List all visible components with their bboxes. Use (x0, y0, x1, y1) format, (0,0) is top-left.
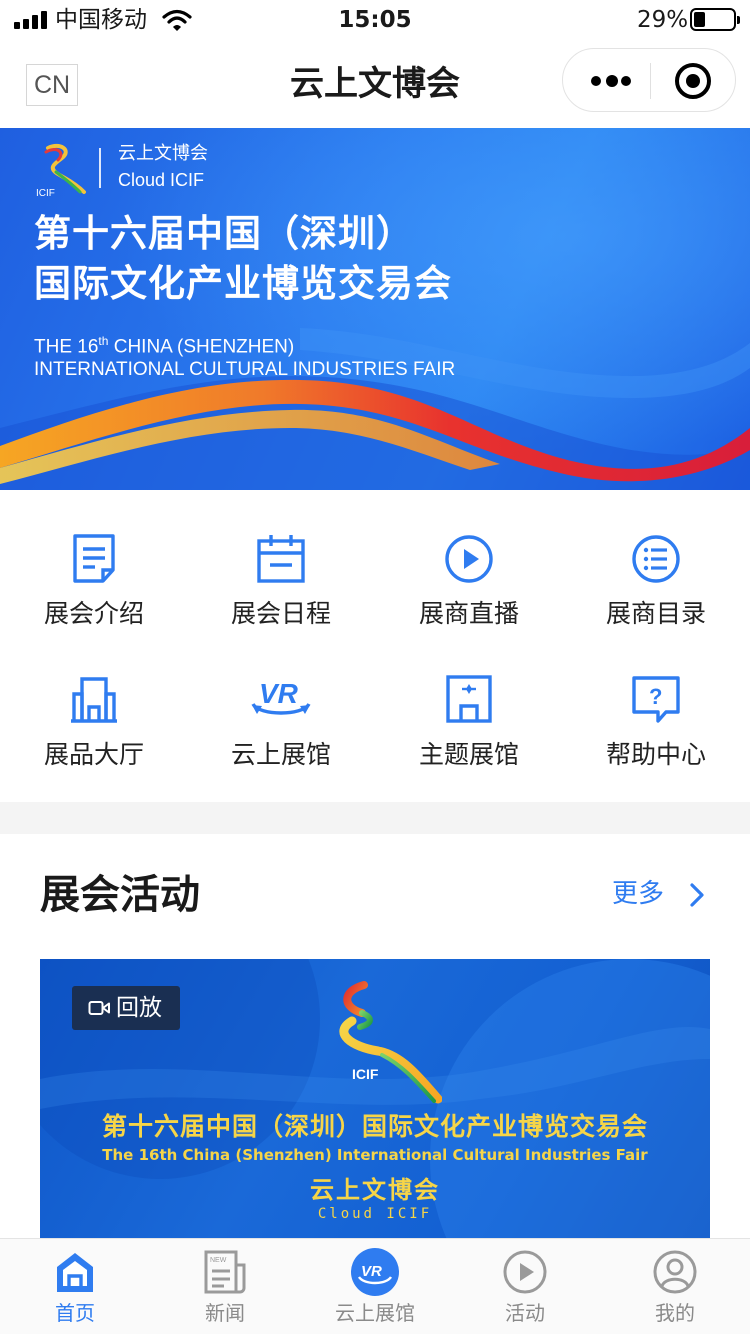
theme-hall-icon (446, 675, 492, 723)
replay-badge: 回放 (72, 986, 180, 1030)
banner-subtitle-line1: THE 16th CHINA (SHENZHEN) (34, 334, 295, 358)
play-icon (445, 535, 493, 583)
document-icon (73, 534, 115, 583)
tab-label: 首页 (55, 1301, 95, 1325)
tab-news[interactable]: NEW 新闻 (150, 1239, 300, 1334)
calendar-icon (257, 535, 305, 583)
grid-item-theme-pavilion[interactable]: 主题展馆 (375, 674, 563, 804)
grid-item-label: 展商直播 (418, 599, 519, 628)
profile-icon (653, 1250, 697, 1294)
function-grid: 展会介绍 展会日程 展商直播 展商目录 展品大厅 VR 云上展馆 主题展馆 ? … (0, 490, 750, 802)
hero-banner[interactable]: ICIF 云上文博会 Cloud ICIF 第十六届中国（深圳） 国际文化产业博… (0, 128, 750, 490)
grid-item-exhibitor-live[interactable]: 展商直播 (375, 533, 563, 663)
card-title-cn: 第十六届中国（深圳）国际文化产业博览交易会 (101, 1112, 648, 1141)
activities-section-title: 展会活动 (40, 872, 200, 918)
chevron-right-icon[interactable] (688, 882, 706, 908)
building-icon (71, 677, 117, 723)
svg-text:ICIF: ICIF (36, 188, 55, 198)
grid-item-label: 帮助中心 (605, 740, 706, 769)
vr-icon: VR (251, 678, 311, 715)
grid-item-exhibition-schedule[interactable]: 展会日程 (187, 533, 375, 663)
tab-label: 云上展馆 (335, 1301, 415, 1325)
navigation-bar: CN 云上文博会 (0, 40, 750, 128)
list-icon (632, 535, 680, 583)
home-icon (57, 1253, 93, 1292)
card-title-en: The 16th China (Shenzhen) International … (102, 1146, 648, 1164)
logo-divider (99, 148, 101, 188)
vr-icon: VR (351, 1248, 399, 1296)
tab-label: 活动 (505, 1301, 545, 1325)
svg-text:NEW: NEW (210, 1257, 227, 1264)
icif-logo: ICIF (339, 981, 442, 1104)
status-bar: 中国移动 15:05 29% (0, 0, 750, 40)
grid-item-label: 云上展馆 (230, 740, 331, 769)
more-activities-link[interactable]: 更多 (612, 876, 664, 912)
video-camera-icon (88, 1001, 110, 1015)
help-icon: ? (632, 676, 680, 723)
grid-item-label: 展会介绍 (43, 599, 144, 628)
tab-label: 新闻 (205, 1301, 245, 1325)
grid-item-exhibitor-directory[interactable]: 展商目录 (562, 533, 750, 663)
activity-card[interactable]: 回放 ICIF 第十六届中国（深圳）国际文化产业博览交易会 The 16th C… (40, 959, 710, 1249)
svg-text:VR: VR (259, 678, 299, 709)
news-icon: NEW (204, 1250, 246, 1294)
ribbon-decoration (0, 128, 750, 490)
tab-home[interactable]: 首页 (0, 1239, 150, 1334)
replay-label: 回放 (116, 995, 162, 1021)
banner-subtitle-line2: INTERNATIONAL CULTURAL INDUSTRIES FAIR (34, 359, 456, 380)
grid-item-cloud-pavilion[interactable]: VR 云上展馆 (187, 674, 375, 804)
section-separator (0, 802, 750, 834)
grid-item-help-center[interactable]: ? 帮助中心 (562, 674, 750, 804)
tab-activities[interactable]: 活动 (450, 1239, 600, 1334)
brand-name-en: Cloud ICIF (118, 170, 205, 190)
close-mini-program-icon[interactable] (675, 63, 711, 99)
brand-name-cn: 云上文博会 (118, 143, 208, 164)
grid-item-exhibition-intro[interactable]: 展会介绍 (0, 533, 188, 663)
grid-item-label: 展会日程 (230, 599, 331, 628)
svg-text:ICIF: ICIF (352, 1066, 379, 1082)
svg-text:VR: VR (361, 1263, 382, 1280)
tab-cloud-pavilion[interactable]: VR 云上展馆 (300, 1239, 450, 1334)
grid-item-label: 展商目录 (605, 599, 706, 628)
grid-item-label: 主题展馆 (418, 740, 519, 769)
card-brand-cn: 云上文博会 (310, 1176, 440, 1204)
battery-icon (690, 8, 740, 31)
tab-profile[interactable]: 我的 (600, 1239, 750, 1334)
capsule-divider (650, 63, 651, 99)
more-menu-icon[interactable] (591, 71, 631, 91)
grid-item-exhibit-hall[interactable]: 展品大厅 (0, 674, 188, 804)
tab-label: 我的 (655, 1301, 695, 1325)
icif-logo: ICIF (36, 143, 86, 198)
banner-title-line2: 国际文化产业博览交易会 (34, 262, 452, 305)
card-brand-en: Cloud ICIF (317, 1206, 433, 1222)
svg-text:?: ? (649, 684, 662, 709)
bottom-tab-bar: 首页 NEW 新闻 VR 云上展馆 活动 我的 (0, 1238, 750, 1334)
banner-title-line1: 第十六届中国（深圳） (34, 212, 414, 255)
play-icon (503, 1250, 547, 1294)
battery-percent: 29% (637, 7, 689, 33)
grid-item-label: 展品大厅 (43, 740, 144, 769)
mini-program-capsule (562, 48, 736, 112)
